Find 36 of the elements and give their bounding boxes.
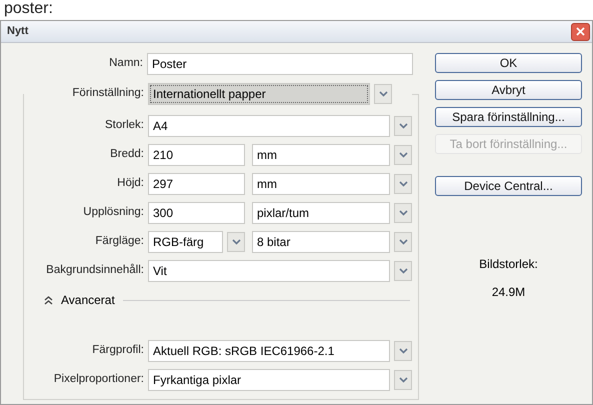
input-field[interactable]: 300 xyxy=(148,202,245,224)
window-title: Nytt xyxy=(7,24,28,40)
field-label: Storlek: xyxy=(104,118,145,134)
collapse-toggle[interactable]: Avancerat xyxy=(44,291,115,309)
input-field[interactable]: 297 xyxy=(148,173,245,195)
dropdown-field[interactable]: RGB-färg xyxy=(148,231,223,253)
dropdown-field[interactable]: A4 xyxy=(148,115,390,137)
field-label: Pixelproportioner: xyxy=(52,372,145,388)
field-label: Höjd: xyxy=(116,176,145,192)
dialog-button[interactable]: Avbryt xyxy=(435,80,582,100)
field-label: Bredd: xyxy=(109,147,145,162)
dialog-button[interactable]: Device Central... xyxy=(435,176,582,196)
dropdown-field[interactable]: 8 bitar xyxy=(252,231,390,253)
dropdown-field[interactable]: mm xyxy=(252,144,390,166)
dropdown-field[interactable]: Fyrkantiga pixlar xyxy=(148,369,390,391)
dialog-button[interactable]: OK xyxy=(435,53,582,73)
chevrons-icon xyxy=(44,296,53,304)
page-caption: poster: xyxy=(3,0,54,18)
field-label: Upplösning: xyxy=(82,205,145,220)
field-label: Bakgrundsinnehåll: xyxy=(45,262,145,278)
dropdown-field[interactable]: Vit xyxy=(148,260,390,282)
image-size-value: 24.9M xyxy=(492,284,526,301)
input-field[interactable]: 210 xyxy=(148,144,245,166)
dropdown-field[interactable]: mm xyxy=(252,173,390,195)
field-label: Förinställning: xyxy=(71,86,145,102)
close-button[interactable] xyxy=(571,22,590,40)
field-label: Färgläge: xyxy=(94,234,145,250)
dropdown-field[interactable]: Internationellt papper xyxy=(148,83,370,105)
image-size-label: Bildstorlek: xyxy=(479,256,538,273)
dropdown-field[interactable]: Aktuell RGB: sRGB IEC61966-2.1 xyxy=(148,340,390,362)
input-field[interactable]: Poster xyxy=(147,53,413,75)
close-icon xyxy=(576,27,585,36)
field-label: Färgprofil: xyxy=(91,343,145,358)
dropdown-field[interactable]: pixlar/tum xyxy=(252,202,390,224)
dialog-button[interactable]: Spara förinställning... xyxy=(435,107,582,127)
field-label: Namn: xyxy=(108,56,144,72)
